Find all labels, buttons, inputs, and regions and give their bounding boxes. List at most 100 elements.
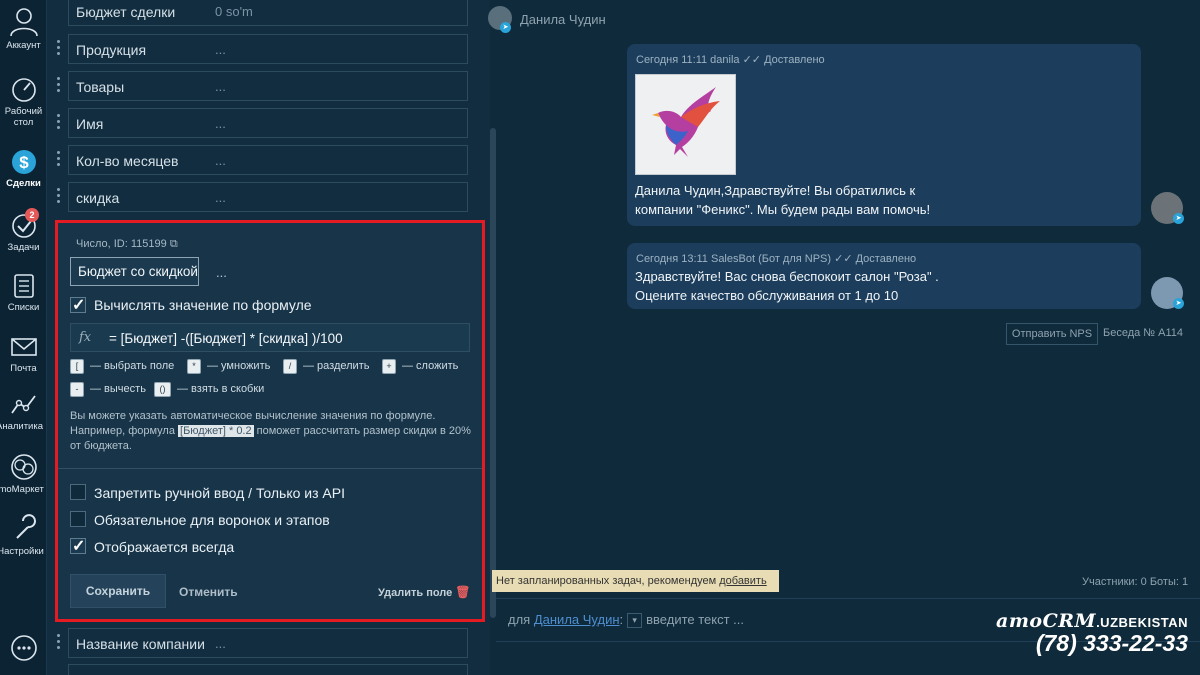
conversation-number: Беседа № А114 (1103, 327, 1184, 339)
field-label: скидка (76, 190, 120, 206)
brand-phone: (78) 333-22-33 (1035, 630, 1188, 656)
participants-count: Участники: 0 Боты: 1 (1082, 576, 1189, 588)
left-nav: Аккаунт Рабочий стол $ Сделки 2 Задачи С… (0, 0, 47, 675)
drag-handle-icon[interactable] (57, 634, 61, 652)
nav-chats[interactable] (0, 633, 47, 665)
nav-account-label: Аккаунт (6, 40, 41, 51)
required-checkbox-label: Обязательное для воронок и этапов (94, 512, 330, 528)
field-label: Товары (76, 79, 125, 95)
key-desc: — взять в скобки (177, 383, 265, 395)
no-tasks-text: Нет запланированных задач, рекомендуем (496, 575, 720, 587)
field-months[interactable]: Кол-во месяцев ... (68, 145, 468, 175)
field-name[interactable]: Имя ... (68, 108, 468, 138)
double-check-icon: ✓✓ (742, 54, 762, 66)
nav-analytics-label: Аналитика (0, 421, 44, 432)
telegram-icon: ➤ (1173, 298, 1184, 309)
drag-handle-icon[interactable] (57, 114, 61, 132)
account-icon (9, 8, 38, 37)
nav-settings[interactable]: Настройки (0, 514, 47, 557)
message-meta: Сегодня 13:11 SalesBot (Бот для NPS) ✓✓ … (636, 252, 916, 265)
brand-logo: amoCRM.UZBEKISTAN (996, 610, 1188, 632)
formula-input[interactable]: fx = [Бюджет] -([Бюджет] * [скидка] )/10… (70, 323, 470, 352)
nav-dashboard-label: Рабочий стол (4, 106, 43, 128)
key-desc: — выбрать поле (90, 360, 175, 372)
field-label: Продукция (76, 42, 147, 58)
field-label: Название компании (76, 636, 205, 652)
copy-icon[interactable]: ⧉ (170, 238, 178, 250)
message-bubble: Сегодня 11:11 danila ✓✓ Доставлено Данил… (627, 44, 1141, 226)
formula-checkbox[interactable] (70, 295, 86, 315)
chat-area: ➤ Данила Чудин Сегодня 11:11 danila ✓✓ Д… (488, 0, 1200, 675)
market-icon (10, 454, 37, 480)
no-tasks-notice: Нет запланированных задач, рекомендуем д… (492, 570, 779, 592)
key-subtract: - (70, 382, 84, 397)
cancel-button[interactable]: Отменить (179, 585, 238, 599)
field-editor: Число, ID: 115199 ⧉ Бюджет со скидкой ..… (55, 220, 485, 622)
key-add: + (382, 359, 396, 374)
recipient-link[interactable]: Данила Чудин (534, 612, 620, 627)
key-brackets: () (154, 382, 171, 397)
drag-handle-icon[interactable] (57, 151, 61, 169)
message-bubble: Сегодня 13:11 SalesBot (Бот для NPS) ✓✓ … (627, 243, 1141, 309)
message-image[interactable] (635, 74, 736, 175)
field-products[interactable]: Продукция ... (68, 34, 468, 64)
key-desc: — разделить (303, 360, 370, 372)
field-next[interactable] (68, 664, 468, 675)
field-value: ... (215, 116, 226, 131)
key-desc: — вычесть (90, 383, 146, 395)
field-value: 0 so'm (215, 4, 253, 19)
brand-watermark: amoCRM.UZBEKISTAN (78) 333-22-33 (996, 610, 1188, 657)
drag-handle-icon[interactable] (57, 77, 61, 95)
nav-dashboard[interactable]: Рабочий стол (0, 76, 47, 128)
nav-analytics[interactable]: Аналитика (0, 391, 47, 432)
nav-settings-label: Настройки (0, 546, 44, 557)
nav-tasks-label: Задачи (7, 242, 40, 253)
input-for-label: для (508, 612, 531, 627)
field-value: ... (215, 190, 226, 205)
hint-code: [Бюджет] * 0.2 (178, 425, 254, 437)
nav-mail[interactable]: Почта (0, 333, 47, 374)
delete-field-label: Удалить поле (378, 587, 453, 599)
nav-deals[interactable]: $ Сделки (0, 148, 47, 189)
field-label: Имя (76, 116, 104, 132)
field-budget[interactable]: Бюджет сделки 0 so'm (68, 0, 468, 26)
message-time: Сегодня 13:11 SalesBot (Бот для NPS) (636, 253, 832, 265)
delete-field-button[interactable]: Удалить поле 🗑 (378, 585, 471, 599)
always-visible-checkbox-label: Отображается всегда (94, 539, 235, 555)
required-checkbox[interactable] (70, 511, 86, 527)
message-input[interactable]: для Данила Чудин: ▾ введите текст ... (508, 612, 744, 629)
readonly-checkbox-label: Запретить ручной ввод / Только из API (94, 485, 345, 501)
nav-tasks[interactable]: 2 Задачи (0, 208, 47, 253)
key-desc: — сложить (402, 360, 459, 372)
field-label: Бюджет сделки (76, 4, 176, 20)
editor-divider (58, 468, 482, 469)
message-text: Здравствуйте! Вас снова беспокоит салон … (635, 269, 939, 303)
save-button[interactable]: Сохранить (70, 574, 166, 608)
field-discount[interactable]: скидка ... (68, 182, 468, 212)
phoenix-image (652, 87, 720, 157)
contact-name[interactable]: Данила Чудин (520, 12, 606, 27)
chevron-down-icon[interactable]: ▾ (627, 613, 643, 629)
nav-account[interactable]: Аккаунт (0, 4, 47, 51)
field-goods[interactable]: Товары ... (68, 71, 468, 101)
drag-handle-icon[interactable] (57, 188, 61, 206)
always-visible-checkbox[interactable] (70, 536, 86, 556)
nav-market[interactable]: amoМаркет (0, 452, 47, 495)
add-task-link[interactable]: добавить (719, 575, 766, 587)
field-more-dots[interactable]: ... (216, 265, 227, 280)
message-text: Данила Чудин,Здравствуйте! Вы обратились… (635, 183, 931, 217)
field-company-name[interactable]: Название компании ... (68, 628, 468, 658)
readonly-checkbox[interactable] (70, 484, 86, 500)
nav-lists[interactable]: Списки (0, 272, 47, 313)
key-desc: — умножить (207, 360, 271, 372)
wrench-icon (15, 514, 36, 539)
field-value: ... (215, 79, 226, 94)
chat-icon (10, 635, 37, 661)
formula-checkbox-label: Вычислять значение по формуле (94, 297, 312, 313)
send-nps-button[interactable]: Отправить NPS (1006, 323, 1098, 345)
field-name-input[interactable]: Бюджет со скидкой (70, 257, 199, 286)
drag-handle-icon[interactable] (57, 40, 61, 58)
key-select-field: [ (70, 359, 84, 374)
nav-deals-label: Сделки (6, 178, 41, 189)
field-value: ... (215, 153, 226, 168)
